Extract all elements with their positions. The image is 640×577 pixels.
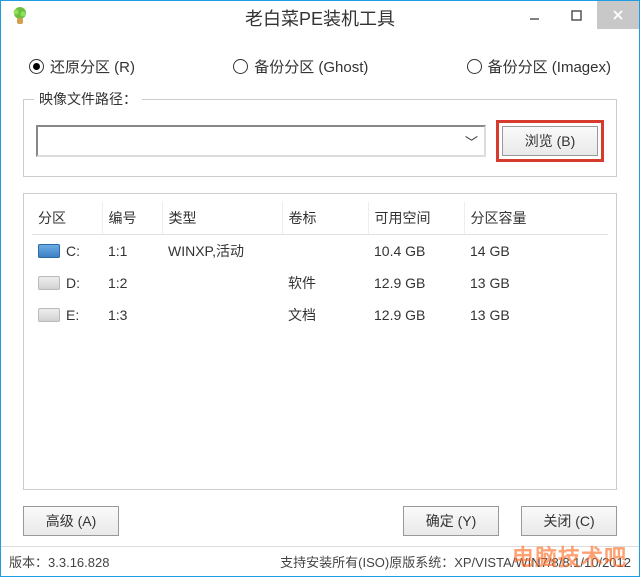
cell-free: 12.9 GB xyxy=(368,267,464,299)
cell-num: 1:1 xyxy=(102,235,162,268)
drive-icon xyxy=(38,244,60,258)
image-path-combo[interactable]: ﹀ xyxy=(36,125,486,157)
image-path-label: 映像文件路径： xyxy=(34,89,142,109)
cell-size: 13 GB xyxy=(464,299,608,331)
mode-restore-radio[interactable]: 还原分区 (R) xyxy=(29,56,135,77)
chevron-down-icon: ﹀ xyxy=(465,132,478,151)
close-window-button[interactable] xyxy=(597,1,639,29)
th-size[interactable]: 分区容量 xyxy=(464,202,608,235)
drive-letter: D: xyxy=(66,275,80,291)
mode-backup-imagex-radio[interactable]: 备份分区 (Imagex) xyxy=(467,56,611,77)
table-row[interactable]: E: 1:3 文档12.9 GB13 GB xyxy=(32,299,608,331)
radio-icon xyxy=(233,59,248,74)
th-free[interactable]: 可用空间 xyxy=(368,202,464,235)
cell-num: 1:3 xyxy=(102,299,162,331)
table-row[interactable]: D: 1:2 软件12.9 GB13 GB xyxy=(32,267,608,299)
advanced-button-label: 高级 (A) xyxy=(46,511,97,531)
th-type[interactable]: 类型 xyxy=(162,202,282,235)
advanced-button[interactable]: 高级 (A) xyxy=(23,506,119,536)
version-text: 版本：3.3.16.828 xyxy=(9,552,109,571)
cell-type xyxy=(162,267,282,299)
drive-icon xyxy=(38,308,60,322)
browse-button-label: 浏览 (B) xyxy=(525,131,576,151)
support-text: 支持安装所有(ISO)原版系统：XP/VISTA/WIN7/8/8.1/10/2… xyxy=(280,552,631,571)
cell-num: 1:2 xyxy=(102,267,162,299)
drive-letter: E: xyxy=(66,307,79,323)
radio-icon xyxy=(29,59,44,74)
maximize-button[interactable] xyxy=(555,1,597,29)
mode-backup-ghost-radio[interactable]: 备份分区 (Ghost) xyxy=(233,56,368,77)
ok-button-label: 确定 (Y) xyxy=(426,511,477,531)
cell-label: 软件 xyxy=(282,267,368,299)
close-button-label: 关闭 (C) xyxy=(543,511,594,531)
cell-size: 13 GB xyxy=(464,267,608,299)
cell-type: WINXP,活动 xyxy=(162,235,282,268)
cell-label xyxy=(282,235,368,268)
mode-backup-imagex-label: 备份分区 (Imagex) xyxy=(488,56,611,77)
mode-restore-label: 还原分区 (R) xyxy=(50,56,135,77)
drive-letter: C: xyxy=(66,243,80,259)
partition-table: 分区 编号 类型 卷标 可用空间 分区容量 C: 1:1WINXP,活动 10.4 … xyxy=(32,202,608,331)
close-button[interactable]: 关闭 (C) xyxy=(521,506,617,536)
mode-backup-ghost-label: 备份分区 (Ghost) xyxy=(254,56,368,77)
browse-button[interactable]: 浏览 (B) xyxy=(502,126,598,156)
cell-label: 文档 xyxy=(282,299,368,331)
th-drive[interactable]: 分区 xyxy=(32,202,102,235)
cell-type xyxy=(162,299,282,331)
drive-icon xyxy=(38,276,60,290)
ok-button[interactable]: 确定 (Y) xyxy=(403,506,499,536)
th-num[interactable]: 编号 xyxy=(102,202,162,235)
table-row[interactable]: C: 1:1WINXP,活动 10.4 GB14 GB xyxy=(32,235,608,268)
th-label[interactable]: 卷标 xyxy=(282,202,368,235)
cell-free: 12.9 GB xyxy=(368,299,464,331)
browse-highlight: 浏览 (B) xyxy=(496,120,604,162)
minimize-button[interactable] xyxy=(513,1,555,29)
cell-free: 10.4 GB xyxy=(368,235,464,268)
radio-icon xyxy=(467,59,482,74)
cell-size: 14 GB xyxy=(464,235,608,268)
